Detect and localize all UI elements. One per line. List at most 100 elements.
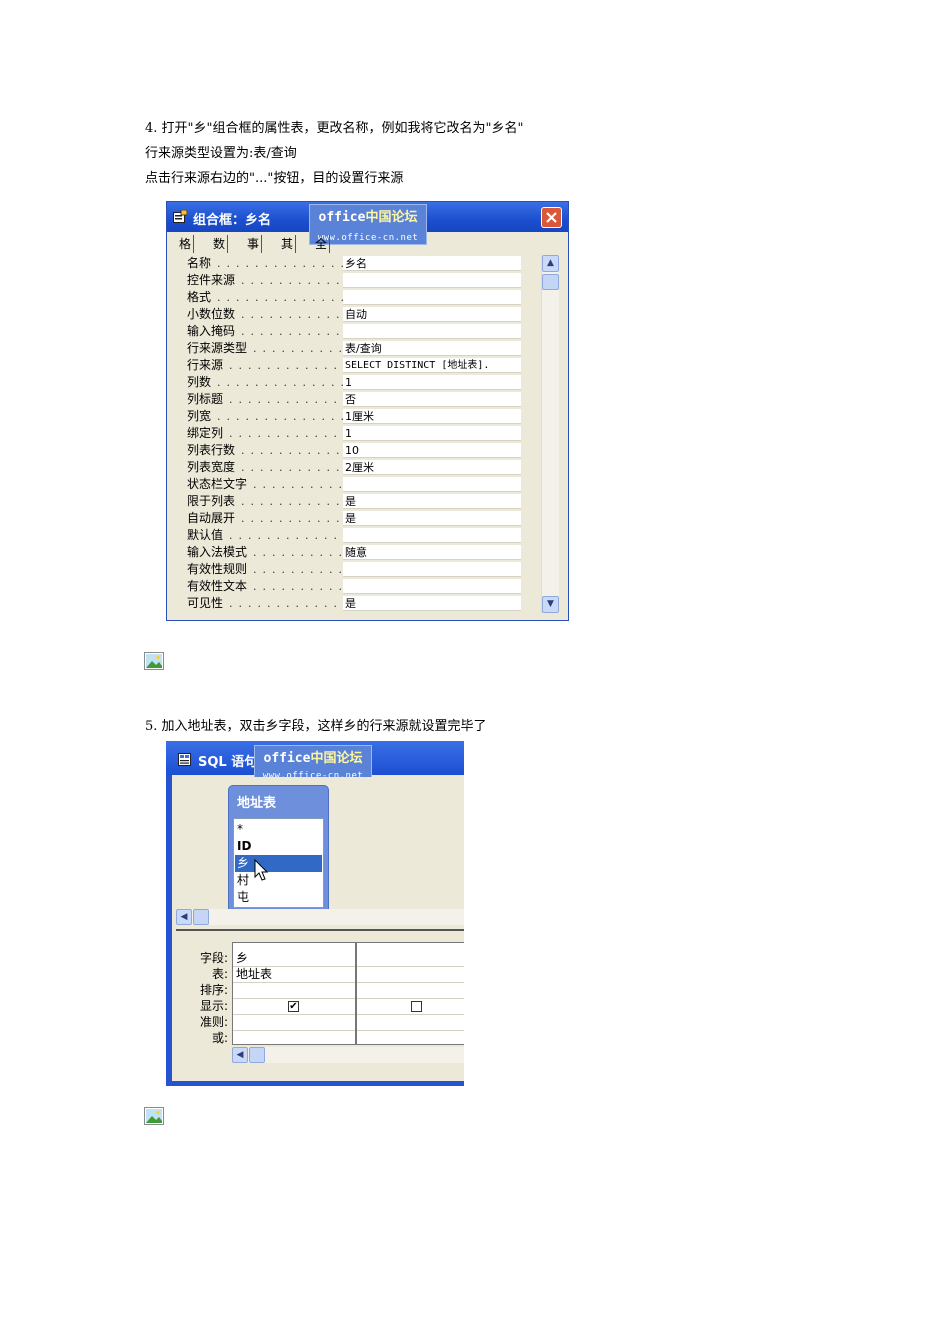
property-value[interactable]: 乡名 <box>343 256 521 271</box>
grid-label-field: 字段: <box>199 951 228 965</box>
grid-column-1[interactable]: 乡 地址表 ✔ <box>232 942 356 1045</box>
close-button[interactable] <box>541 207 562 228</box>
scroll-down-button[interactable]: ▼ <box>542 596 559 613</box>
property-row[interactable]: 小数位数..................自动 <box>176 306 521 323</box>
property-value[interactable]: SELECT DISTINCT [地址表]. <box>343 358 521 373</box>
property-row[interactable]: 输入法模式..................随意 <box>176 544 521 561</box>
property-row[interactable]: 行来源类型..................表/查询 <box>176 340 521 357</box>
grid-cell-criteria[interactable] <box>233 1015 355 1031</box>
property-label: 自动展开 <box>187 511 236 525</box>
tab-other[interactable]: 其他 <box>279 235 297 269</box>
show-checkbox-unchecked[interactable] <box>411 1001 422 1012</box>
window-frame-bottom <box>166 1081 464 1086</box>
property-value[interactable] <box>343 579 521 594</box>
step4-line3: 点击行来源右边的"..."按钮，目的设置行来源 <box>145 171 404 186</box>
property-row[interactable]: 列表行数..................10 <box>176 442 521 459</box>
property-row[interactable]: 列表宽度..................2厘米 <box>176 459 521 476</box>
property-value[interactable]: 是 <box>343 596 521 611</box>
property-row[interactable]: 列宽..................1厘米 <box>176 408 521 425</box>
property-label: 列表行数 <box>187 443 236 457</box>
property-value[interactable]: 是 <box>343 511 521 526</box>
watermark-site-prefix: office <box>318 210 366 225</box>
scroll-up-button[interactable]: ▲ <box>542 255 559 272</box>
property-label: 小数位数 <box>187 307 236 321</box>
property-label: 有效性规则 <box>187 562 248 576</box>
property-value[interactable]: 10 <box>343 443 521 458</box>
property-row[interactable]: 可见性..................是 <box>176 595 521 612</box>
property-row[interactable]: 列标题..................否 <box>176 391 521 408</box>
property-value[interactable]: 1厘米 <box>343 409 521 424</box>
scroll-thumb[interactable] <box>193 909 209 925</box>
leader-dots: .................. <box>217 291 343 304</box>
field-item-cun[interactable]: 村 <box>235 872 322 889</box>
field-item-id[interactable]: ID <box>235 838 322 855</box>
property-row[interactable]: 列数..................1 <box>176 374 521 391</box>
property-value[interactable]: 否 <box>343 392 521 407</box>
step4-line1: 4. 打开"乡"组合框的属性表，更改名称，例如我将它改名为"乡名" <box>145 121 524 136</box>
field-list[interactable]: * ID 乡 村 屯 <box>233 818 324 908</box>
table-field-list[interactable]: 地址表 * ID 乡 村 屯 <box>228 785 329 911</box>
grid-label-or: 或: <box>211 1031 228 1045</box>
property-row[interactable]: 格式.................. <box>176 289 521 306</box>
grid-cell-field[interactable]: 乡 <box>233 951 355 967</box>
property-row[interactable]: 默认值.................. <box>176 527 521 544</box>
property-value[interactable] <box>343 528 521 543</box>
grid-cell-sort[interactable] <box>357 983 464 999</box>
grid-cell-or[interactable] <box>233 1031 355 1047</box>
property-value[interactable] <box>343 562 521 577</box>
upper-horizontal-scrollbar[interactable]: ◀ <box>176 909 464 925</box>
scroll-thumb[interactable] <box>249 1047 265 1063</box>
property-value[interactable]: 自动 <box>343 307 521 322</box>
scroll-left-button[interactable]: ◀ <box>176 909 192 925</box>
property-value[interactable]: 是 <box>343 494 521 509</box>
show-checkbox-checked[interactable]: ✔ <box>288 1001 299 1012</box>
field-item-xiang[interactable]: 乡 <box>235 855 322 872</box>
property-row[interactable]: 限于列表..................是 <box>176 493 521 510</box>
leader-dots: .................. <box>229 529 343 542</box>
property-value[interactable]: 1 <box>343 375 521 390</box>
vertical-scrollbar[interactable]: ▲ ▼ <box>541 255 559 613</box>
tab-event[interactable]: 事件 <box>245 235 263 269</box>
property-value[interactable] <box>343 273 521 288</box>
property-row[interactable]: 有效性规则.................. <box>176 561 521 578</box>
property-row[interactable]: 有效性文本.................. <box>176 578 521 595</box>
field-item-tun[interactable]: 屯 <box>235 889 322 906</box>
scroll-left-button[interactable]: ◀ <box>232 1047 248 1063</box>
property-row[interactable]: 输入掩码.................. <box>176 323 521 340</box>
sql-title: SQL 语句 <box>198 755 258 770</box>
tab-all[interactable]: 全部 <box>313 235 331 269</box>
property-row[interactable]: 绑定列..................1 <box>176 425 521 442</box>
tab-format[interactable]: 格式 <box>177 235 195 269</box>
grid-cell-table[interactable]: 地址表 <box>233 967 355 983</box>
grid-cell-or[interactable] <box>357 1031 464 1047</box>
grid-column-2[interactable] <box>356 942 464 1045</box>
grid-cell-sort[interactable] <box>233 983 355 999</box>
property-label: 列数 <box>187 375 212 389</box>
grid-cell-criteria[interactable] <box>357 1015 464 1031</box>
grid-cell-show[interactable] <box>357 999 464 1015</box>
property-value[interactable] <box>343 477 521 492</box>
property-value[interactable]: 表/查询 <box>343 341 521 356</box>
grid-horizontal-scrollbar[interactable]: ◀ <box>232 1047 464 1063</box>
property-row[interactable]: 状态栏文字.................. <box>176 476 521 493</box>
watermark-site-cn: 中国论坛 <box>365 210 418 225</box>
grid-cell-table[interactable] <box>357 967 464 983</box>
grid-cell-show[interactable]: ✔ <box>233 999 355 1015</box>
property-value[interactable] <box>343 290 521 305</box>
scroll-thumb[interactable] <box>542 274 559 290</box>
property-value[interactable]: 1 <box>343 426 521 441</box>
property-row[interactable]: 控件来源.................. <box>176 272 521 289</box>
watermark-site-prefix: office <box>263 751 311 766</box>
tab-data[interactable]: 数据 <box>211 235 229 269</box>
field-item-all[interactable]: * <box>235 821 322 838</box>
grid-cell-field[interactable] <box>357 951 464 967</box>
property-row[interactable]: 自动展开..................是 <box>176 510 521 527</box>
property-value[interactable]: 2厘米 <box>343 460 521 475</box>
leader-dots: .................. <box>241 512 343 525</box>
property-row[interactable]: 行来源..................SELECT DISTINCT [地址… <box>176 357 521 374</box>
leader-dots: .................. <box>253 478 343 491</box>
property-row[interactable]: 名称..................乡名 <box>176 255 521 272</box>
property-value[interactable] <box>343 324 521 339</box>
property-label: 默认值 <box>187 528 224 542</box>
property-value[interactable]: 随意 <box>343 545 521 560</box>
